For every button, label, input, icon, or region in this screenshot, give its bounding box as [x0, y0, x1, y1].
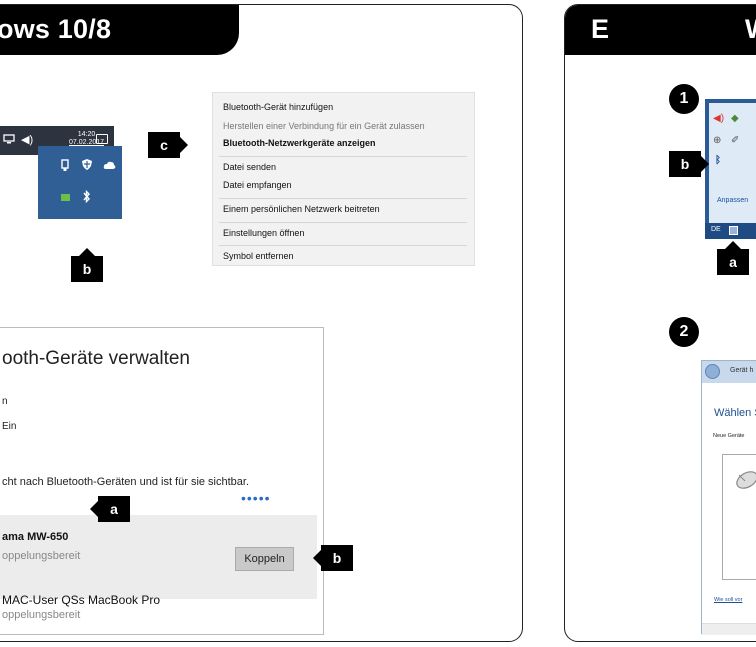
wizard-body: Wählen S Neue Geräte Wie soll vor	[702, 383, 756, 635]
device-name: ama MW-650	[2, 531, 69, 543]
label-c: c	[148, 132, 188, 158]
usb-icon[interactable]	[60, 159, 70, 174]
pair-button[interactable]: Koppeln	[235, 547, 294, 571]
pen-icon[interactable]: ✐	[731, 135, 739, 146]
section-header: ows 10/8	[0, 5, 239, 55]
menu-item-receive-file[interactable]: Datei empfangen	[223, 180, 292, 190]
tray-toggle-icon[interactable]	[729, 226, 738, 235]
bluetooth-icon[interactable]: ᛒ	[715, 155, 721, 166]
menu-separator	[219, 156, 467, 157]
section-header-right: E W	[565, 5, 756, 55]
shield-icon[interactable]	[81, 158, 93, 173]
wizard-heading: Wählen S	[714, 407, 756, 419]
notification-icon[interactable]	[96, 134, 108, 144]
win7-tray-panel: ◀) ◆ ⊕ ✐ ᛒ Anpassen	[709, 103, 756, 223]
wizard-title: Gerät h	[730, 367, 754, 374]
win7-tray-overflow: ◀) ◆ ⊕ ✐ ᛒ Anpassen DE	[705, 99, 756, 239]
menu-item-join-pan[interactable]: Einem persönlichen Netzwerk beitreten	[223, 204, 380, 214]
section-title: ows 10/8	[0, 14, 112, 44]
section-letter: E	[591, 14, 610, 44]
label-b-pair: b	[313, 545, 353, 571]
label-a: a	[90, 496, 130, 522]
wizard-titlebar: Gerät h	[702, 361, 756, 383]
device-list[interactable]	[722, 454, 756, 580]
menu-separator	[219, 245, 467, 246]
step-2-badge: 2	[669, 317, 699, 347]
device-name-2[interactable]: MAC-User QSs MacBook Pro	[2, 593, 160, 607]
windows-10-panel: ows 10/8 ^ ◀) 14:20 07.02.2017	[0, 4, 523, 642]
language-indicator[interactable]: DE	[711, 226, 721, 233]
tray-overflow	[38, 146, 122, 219]
wizard-subtext: Neue Geräte	[713, 433, 745, 439]
wizard-footer	[702, 623, 756, 635]
settings-bluetooth-toggle-state[interactable]: Ein	[2, 421, 16, 432]
globe-icon[interactable]: ⊕	[713, 135, 721, 146]
label-a-right: a	[717, 241, 749, 275]
menu-separator	[219, 222, 467, 223]
page: ows 10/8 ^ ◀) 14:20 07.02.2017	[0, 0, 756, 647]
network-icon[interactable]: ◆	[731, 113, 739, 124]
back-arrow-icon[interactable]	[705, 364, 720, 379]
bluetooth-context-menu: Bluetooth-Gerät hinzufügen Herstellen ei…	[212, 92, 475, 266]
step-1-badge: 1	[669, 84, 699, 114]
device-status-2: oppelungsbereit	[2, 609, 81, 621]
menu-separator	[219, 198, 467, 199]
settings-bluetooth-label: n	[2, 396, 8, 407]
speaker-icon[interactable]: ◀)	[713, 113, 724, 124]
customize-link[interactable]: Anpassen	[717, 197, 748, 204]
speaker-icon[interactable]: ◀)	[21, 134, 33, 146]
menu-item-remove-icon[interactable]: Symbol entfernen	[223, 251, 294, 261]
searching-indicator: •••••	[241, 490, 271, 506]
add-device-wizard: Gerät h Wählen S Neue Geräte Wie soll vo…	[701, 360, 756, 635]
settings-discovery-text: cht nach Bluetooth-Geräten und ist für s…	[2, 476, 250, 488]
cloud-icon[interactable]	[103, 160, 116, 172]
bluetooth-icon[interactable]	[82, 189, 91, 206]
menu-item-send-file[interactable]: Datei senden	[223, 162, 276, 172]
settings-title: ooth-Geräte verwalten	[2, 348, 190, 369]
win7-taskbar: DE	[705, 223, 756, 239]
bluetooth-settings-window: ooth-Geräte verwalten n Ein cht nach Blu…	[0, 327, 324, 635]
mouse-icon[interactable]	[733, 469, 756, 497]
battery-icon[interactable]	[61, 194, 70, 201]
clock-time: 14:20	[77, 131, 96, 138]
menu-item-open-settings[interactable]: Einstellungen öffnen	[223, 228, 304, 238]
menu-item-allow-connection[interactable]: Herstellen einer Verbindung für ein Gerä…	[223, 121, 425, 131]
menu-item-show-network-devices[interactable]: Bluetooth-Netzwerkgeräte anzeigen	[223, 138, 376, 148]
windows-7-panel: E W 1 ◀) ◆ ⊕ ✐ ᛒ Anpassen DE b a 2 G	[564, 4, 756, 642]
help-link[interactable]: Wie soll vor	[714, 597, 742, 603]
label-b-right: b	[669, 151, 709, 177]
label-b-tray: b	[71, 248, 103, 282]
network-icon[interactable]	[3, 134, 15, 147]
device-status: oppelungsbereit	[2, 550, 81, 562]
section-title-right: W	[745, 14, 756, 45]
menu-item-add-device[interactable]: Bluetooth-Gerät hinzufügen	[223, 102, 333, 112]
